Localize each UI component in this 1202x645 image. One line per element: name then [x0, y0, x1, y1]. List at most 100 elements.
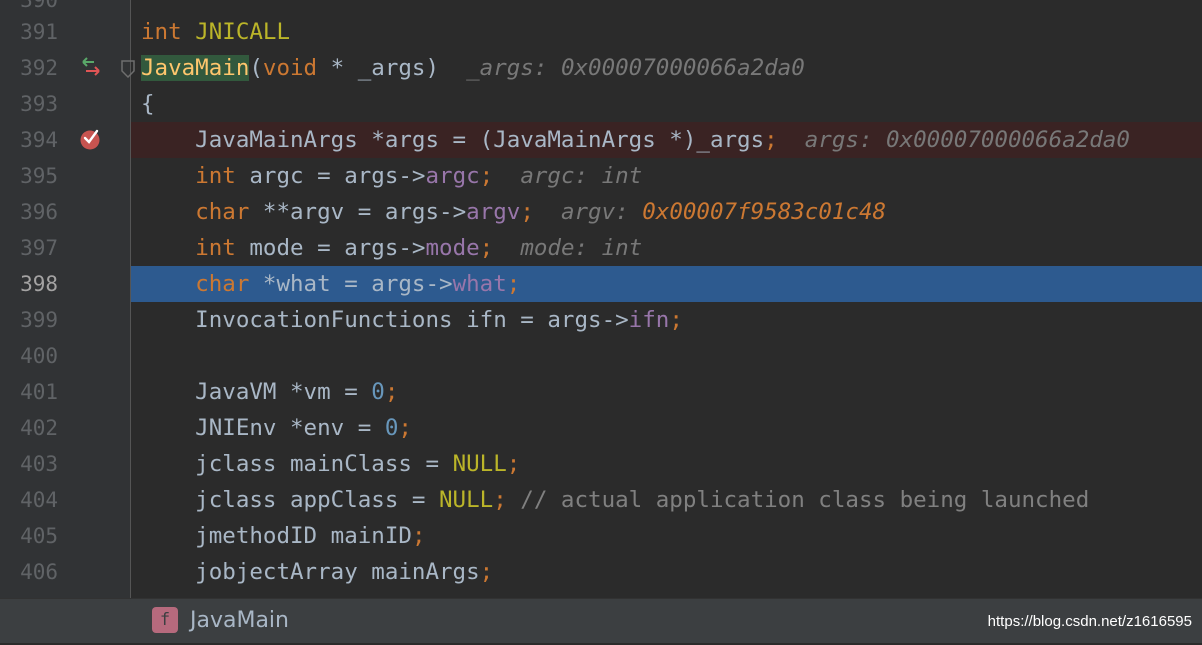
- code-text[interactable]: int JNICALL: [141, 14, 290, 50]
- code-token: jclass mainClass =: [141, 451, 453, 477]
- function-icon: f: [152, 607, 178, 633]
- code-text[interactable]: JavaMain(void * _args) _args: 0x00007000…: [141, 50, 805, 86]
- code-token: *what = args->: [249, 271, 453, 297]
- code-token: mode: [425, 235, 480, 261]
- code-text[interactable]: int argc = args->argc; argc: int: [141, 158, 642, 194]
- line-number[interactable]: 391: [0, 14, 58, 50]
- code-text[interactable]: {: [141, 86, 155, 122]
- code-token: jmethodID mainID: [141, 523, 412, 549]
- code-text[interactable]: JavaMainArgs *args = (JavaMainArgs *)_ar…: [141, 122, 1130, 158]
- code-text[interactable]: jclass mainClass = NULL;: [141, 446, 520, 482]
- code-text[interactable]: int mode = args->mode; mode: int: [141, 230, 642, 266]
- code-line[interactable]: 399 InvocationFunctions ifn = args->ifn;: [0, 302, 1202, 338]
- code-token: ;: [384, 379, 399, 405]
- code-text[interactable]: char **argv = args->argv; argv: 0x00007f…: [141, 194, 886, 230]
- line-number[interactable]: 395: [0, 158, 58, 194]
- code-line[interactable]: 404 jclass appClass = NULL; // actual ap…: [0, 482, 1202, 518]
- inline-debug-value: argv:: [560, 199, 643, 225]
- inline-debug-value: _args: 0x00007000066a2da0: [466, 55, 805, 81]
- line-number[interactable]: 396: [0, 194, 58, 230]
- code-line[interactable]: 406 jobjectArray mainArgs;: [0, 554, 1202, 590]
- code-token: void: [262, 55, 318, 81]
- code-line[interactable]: 403 jclass mainClass = NULL;: [0, 446, 1202, 482]
- execution-frame-arrows-icon[interactable]: [80, 56, 102, 78]
- code-text[interactable]: jclass appClass = NULL; // actual applic…: [141, 482, 1089, 518]
- code-token: JavaVM *vm =: [141, 379, 372, 405]
- code-token: NULL: [439, 487, 494, 513]
- line-number[interactable]: 402: [0, 410, 58, 446]
- code-line[interactable]: 392 JavaMain(void * _args) _args: 0x00007…: [0, 50, 1202, 86]
- code-token: (: [249, 55, 263, 81]
- code-token: mode = args->: [235, 235, 426, 261]
- code-token: jobjectArray mainArgs: [141, 559, 480, 585]
- line-number[interactable]: 398: [0, 266, 58, 302]
- code-token: JNICALL: [195, 19, 291, 45]
- code-token: ifn: [628, 307, 670, 333]
- line-highlight: [131, 338, 1202, 374]
- code-text[interactable]: JavaVM *vm = 0;: [141, 374, 398, 410]
- line-number[interactable]: 404: [0, 482, 58, 518]
- code-token: 0: [384, 415, 399, 441]
- code-token: **argv = args->: [249, 199, 467, 225]
- code-line[interactable]: 396 char **argv = args->argv; argv: 0x00…: [0, 194, 1202, 230]
- code-token: JNIEnv *env =: [141, 415, 385, 441]
- line-number[interactable]: 403: [0, 446, 58, 482]
- inline-debug-value: 0x00007f9583c01c48: [642, 199, 887, 225]
- code-token: int: [195, 235, 236, 261]
- line-number[interactable]: 405: [0, 518, 58, 554]
- code-text[interactable]: char *what = args->what;: [141, 266, 520, 302]
- code-token: JavaMainArgs *args = (JavaMainArgs *)_ar…: [141, 127, 765, 153]
- line-number[interactable]: 400: [0, 338, 58, 374]
- code-line[interactable]: 402 JNIEnv *env = 0;: [0, 410, 1202, 446]
- code-line[interactable]: 393 {: [0, 86, 1202, 122]
- fold-marker-icon[interactable]: [121, 60, 135, 78]
- line-number[interactable]: 394: [0, 122, 58, 158]
- code-token: ;: [479, 163, 494, 189]
- code-editor[interactable]: 390 391 int JNICALL 392 JavaMain(void * _ar…: [0, 0, 1202, 598]
- code-token: argc = args->: [235, 163, 426, 189]
- code-text[interactable]: jmethodID mainID;: [141, 518, 425, 554]
- line-number[interactable]: 397: [0, 230, 58, 266]
- line-number[interactable]: 393: [0, 86, 58, 122]
- code-text[interactable]: InvocationFunctions ifn = args->ifn;: [141, 302, 683, 338]
- code-token: ;: [506, 451, 521, 477]
- inline-debug-value: args: 0x00007000066a2da0: [804, 127, 1130, 153]
- code-line-breakpoint[interactable]: 394 JavaMainArgs *args = (JavaMainArgs *…: [0, 122, 1202, 158]
- inline-debug-value: argc: int: [520, 163, 643, 189]
- code-token: what: [452, 271, 507, 297]
- breakpoint-check-icon[interactable]: [79, 128, 101, 150]
- code-line[interactable]: 397 int mode = args->mode; mode: int: [0, 230, 1202, 266]
- code-line[interactable]: 395 int argc = args->argc; argc: int: [0, 158, 1202, 194]
- code-token: argv: [466, 199, 521, 225]
- code-text[interactable]: jobjectArray mainArgs;: [141, 554, 493, 590]
- code-line[interactable]: 391 int JNICALL: [0, 14, 1202, 50]
- code-text[interactable]: JNIEnv *env = 0;: [141, 410, 412, 446]
- code-line[interactable]: 405 jmethodID mainID;: [0, 518, 1202, 554]
- line-number[interactable]: 399: [0, 302, 58, 338]
- line-number[interactable]: 406: [0, 554, 58, 590]
- breadcrumb-function[interactable]: JavaMain: [190, 599, 289, 643]
- line-number[interactable]: 401: [0, 374, 58, 410]
- line-highlight: [131, 14, 1202, 50]
- code-line[interactable]: 400: [0, 338, 1202, 374]
- line-highlight: [131, 86, 1202, 122]
- code-token: ;: [493, 487, 507, 513]
- code-line[interactable]: 401 JavaVM *vm = 0;: [0, 374, 1202, 410]
- code-token: ;: [669, 307, 683, 333]
- code-token: JavaMain: [141, 55, 250, 81]
- code-token: ;: [479, 559, 494, 585]
- code-token: * _args): [317, 55, 467, 81]
- code-token: ;: [764, 127, 778, 153]
- code-token: ;: [411, 523, 426, 549]
- line-number[interactable]: 392: [0, 50, 58, 86]
- code-line-current[interactable]: 398 char *what = args->what;: [0, 266, 1202, 302]
